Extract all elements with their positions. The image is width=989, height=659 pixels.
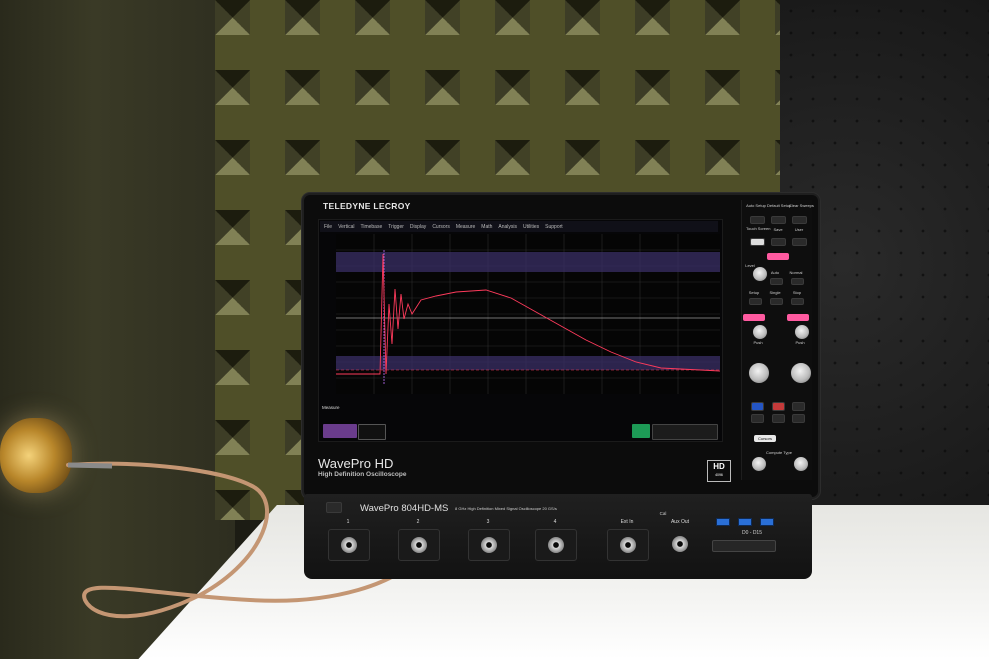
brand-name: TELEDYNE LECROY <box>323 201 411 211</box>
channel-3-input[interactable] <box>468 529 510 561</box>
hd-badge: HD 4096 <box>707 460 731 482</box>
front-model-label: WavePro 804HD-MS <box>360 503 449 514</box>
menu-cursors[interactable]: Cursors <box>432 224 450 230</box>
menu-vertical[interactable]: Vertical <box>338 224 354 230</box>
upper-band <box>336 252 720 272</box>
aux-out-connector[interactable] <box>672 536 688 552</box>
channel-4-button[interactable] <box>792 414 805 423</box>
trigger-descriptor-box[interactable] <box>358 424 386 440</box>
default-setup-button[interactable] <box>771 216 786 224</box>
menu-timebase[interactable]: Timebase <box>360 224 382 230</box>
usb-port-1[interactable] <box>716 518 730 526</box>
menu-display[interactable]: Display <box>410 224 426 230</box>
single-trigger-button[interactable] <box>770 298 783 305</box>
save-label: Save <box>773 227 783 232</box>
auto-setup-button[interactable] <box>750 216 765 224</box>
stop-label: Stop <box>792 290 802 295</box>
ext-in-input[interactable] <box>607 529 649 561</box>
cal-label: Cal <box>659 511 667 516</box>
ext-in-label: Ext In <box>620 519 634 525</box>
auto-trigger-button[interactable] <box>770 278 783 285</box>
clear-sweeps-button[interactable] <box>792 216 807 224</box>
math-button[interactable] <box>751 414 764 423</box>
channel-descriptor-box[interactable] <box>323 424 357 438</box>
save-button[interactable] <box>771 238 786 246</box>
front-spec-label: 8 GHz High Definition Mixed Signal Oscil… <box>455 506 557 511</box>
timebase-descriptor-box[interactable] <box>632 424 650 438</box>
cursor-knob-1[interactable] <box>751 456 767 472</box>
channel-3-button[interactable] <box>792 402 805 411</box>
model-subtitle: High Definition Oscilloscope <box>318 471 407 478</box>
trigger-status-box[interactable] <box>652 424 718 440</box>
channel-1-button[interactable] <box>751 402 764 411</box>
usb-port-2[interactable] <box>738 518 752 526</box>
auto-setup-label: Auto Setup <box>746 203 766 208</box>
menu-measure[interactable]: Measure <box>456 224 475 230</box>
aux-out-label: Aux Out <box>670 519 690 525</box>
trigger-level-knob[interactable] <box>752 266 768 282</box>
menu-analysis[interactable]: Analysis <box>498 224 517 230</box>
channel-3-label: 3 <box>486 519 490 525</box>
timebase-knob[interactable] <box>748 362 770 384</box>
menu-trigger[interactable]: Trigger <box>388 224 404 230</box>
user-button[interactable] <box>792 238 807 246</box>
normal-label: Normal <box>789 270 803 275</box>
measure-label: Measure <box>322 405 340 410</box>
clear-sweeps-label: Clear Sweeps <box>789 203 814 208</box>
bnc-connector-3 <box>481 537 497 553</box>
bnc-connector-1 <box>341 537 357 553</box>
channel-4-input[interactable] <box>535 529 577 561</box>
vertical-offset-knob[interactable] <box>794 324 810 340</box>
vertical-section-tab <box>787 314 809 321</box>
trigger-section-tab <box>767 253 789 260</box>
zoom-button[interactable] <box>772 414 785 423</box>
hd-badge-main: HD <box>713 462 725 471</box>
stop-trigger-button[interactable] <box>791 298 804 305</box>
channel-1-label: 1 <box>346 519 350 525</box>
channel-2-button[interactable] <box>772 402 785 411</box>
cursor-knob-2[interactable] <box>793 456 809 472</box>
bnc-connector-ext <box>620 537 636 553</box>
push-label-1: Push <box>753 340 763 345</box>
horizontal-delay-knob[interactable] <box>752 324 768 340</box>
usb-port-3[interactable] <box>760 518 774 526</box>
channel-2-label: 2 <box>416 519 420 525</box>
volts-div-knob[interactable] <box>790 362 812 384</box>
touch-screen-button[interactable] <box>750 238 765 246</box>
auto-label: Auto <box>770 270 780 275</box>
channel-4-label: 4 <box>553 519 557 525</box>
hd-badge-sub: 4096 <box>715 473 723 477</box>
horizontal-section-tab <box>743 314 765 321</box>
digital-leadset-port[interactable] <box>712 540 776 552</box>
menu-support[interactable]: Support <box>545 224 563 230</box>
waveform-plot <box>336 234 721 394</box>
screen-menu-bar[interactable]: File Vertical Timebase Trigger Display C… <box>320 221 718 232</box>
touch-screen-label: Touch Screen <box>746 226 771 231</box>
user-label: User <box>794 227 804 232</box>
normal-trigger-button[interactable] <box>791 278 804 285</box>
setup-label: Setup <box>748 290 760 295</box>
bnc-connector-4 <box>548 537 564 553</box>
waveform-grid[interactable] <box>336 234 721 394</box>
default-setup-label: Default Setup <box>767 203 792 208</box>
menu-math[interactable]: Math <box>481 224 492 230</box>
brand-logo: TELEDYNE LECROY <box>320 200 410 212</box>
menu-utilities[interactable]: Utilities <box>523 224 539 230</box>
push-label-2: Push <box>795 340 805 345</box>
menu-file[interactable]: File <box>324 224 332 230</box>
channel-2-input[interactable] <box>398 529 440 561</box>
channel-1-input[interactable] <box>328 529 370 561</box>
power-button[interactable] <box>326 502 342 513</box>
single-label: Single <box>769 290 781 295</box>
model-title: WavePro HD <box>318 456 394 471</box>
compute-type-label: Compute Type <box>766 450 792 455</box>
bnc-connector-2 <box>411 537 427 553</box>
digital-input-label: D0 - D15 <box>741 530 762 536</box>
trigger-setup-button[interactable] <box>749 298 762 305</box>
cursors-button[interactable]: Cursors <box>754 435 776 442</box>
